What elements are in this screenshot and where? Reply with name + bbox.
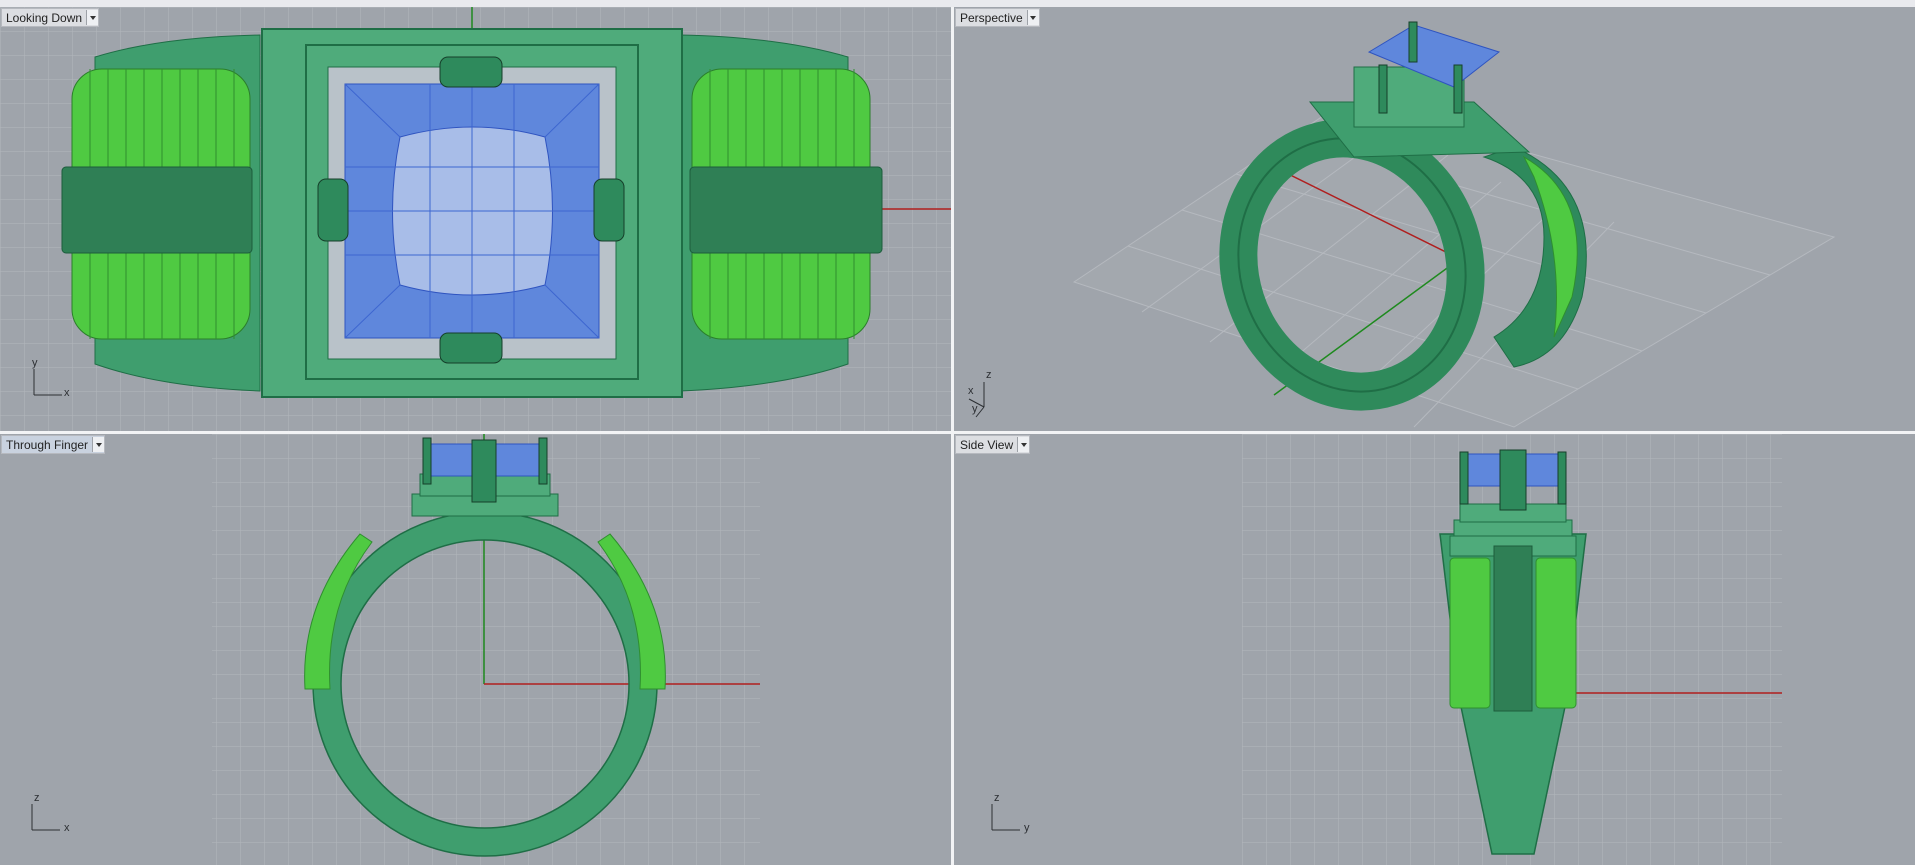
- viewport-menu-dropdown[interactable]: [1017, 437, 1030, 452]
- perspective-canvas[interactable]: [954, 7, 1915, 431]
- prong-right: [538, 437, 548, 485]
- axis-label-x: x: [968, 385, 974, 397]
- viewport-title: Through Finger: [6, 437, 89, 452]
- prong-center: [471, 439, 497, 503]
- prong-right: [593, 178, 625, 242]
- viewport-tab-through-finger[interactable]: Through Finger: [1, 435, 106, 454]
- prong-c: [1453, 64, 1463, 114]
- top-view-canvas[interactable]: [0, 7, 951, 431]
- viewport-tab-side-view[interactable]: Side View: [955, 435, 1031, 454]
- prong-center: [1499, 449, 1527, 511]
- axis-label-z: z: [986, 369, 992, 381]
- viewport-menu-dropdown[interactable]: [92, 437, 105, 452]
- axis-label-z: z: [994, 792, 1000, 804]
- center-bar-right: [689, 166, 883, 254]
- viewport-title: Looking Down: [6, 10, 83, 25]
- prong-a: [1408, 21, 1418, 63]
- viewport-tab-looking-down[interactable]: Looking Down: [1, 8, 100, 27]
- viewport-looking-down[interactable]: y x Looking Down: [0, 7, 951, 431]
- axis-label-x: x: [64, 822, 70, 834]
- center-stone: [344, 83, 600, 339]
- prong-left: [1459, 451, 1469, 505]
- side-view-canvas[interactable]: [954, 434, 1915, 865]
- viewport-title: Side View: [960, 437, 1014, 452]
- viewport-menu-dropdown[interactable]: [1026, 10, 1039, 25]
- axis-label-y: y: [1024, 822, 1030, 834]
- prong-left: [317, 178, 349, 242]
- prong-b: [1378, 64, 1388, 114]
- gems-left: [1449, 557, 1491, 709]
- center-rail: [1493, 545, 1533, 712]
- prong-right: [1557, 451, 1567, 505]
- prong-left: [422, 437, 432, 485]
- axis-label-y: y: [972, 403, 978, 415]
- viewport-through-finger[interactable]: z x Through Finger: [0, 434, 951, 865]
- prong-top: [439, 56, 503, 88]
- gems-right: [1535, 557, 1577, 709]
- center-bar-left: [61, 166, 253, 254]
- axis-gizmo: [31, 804, 60, 831]
- axis-gizmo: [991, 804, 1020, 831]
- axis-label-x: x: [64, 387, 70, 399]
- front-view-canvas[interactable]: [0, 434, 951, 865]
- viewport-splitter-vertical[interactable]: [951, 7, 954, 865]
- viewport-perspective[interactable]: z x y Perspective: [954, 7, 1915, 431]
- viewport-menu-dropdown[interactable]: [86, 10, 99, 25]
- viewport-side-view[interactable]: z y Side View: [954, 434, 1915, 865]
- viewport-tab-perspective[interactable]: Perspective: [955, 8, 1040, 27]
- prong-bottom: [439, 332, 503, 364]
- viewport-splitter-horizontal[interactable]: [0, 431, 1915, 434]
- viewport-title: Perspective: [960, 10, 1023, 25]
- axis-label-z: z: [34, 792, 40, 804]
- axis-label-y: y: [32, 357, 38, 369]
